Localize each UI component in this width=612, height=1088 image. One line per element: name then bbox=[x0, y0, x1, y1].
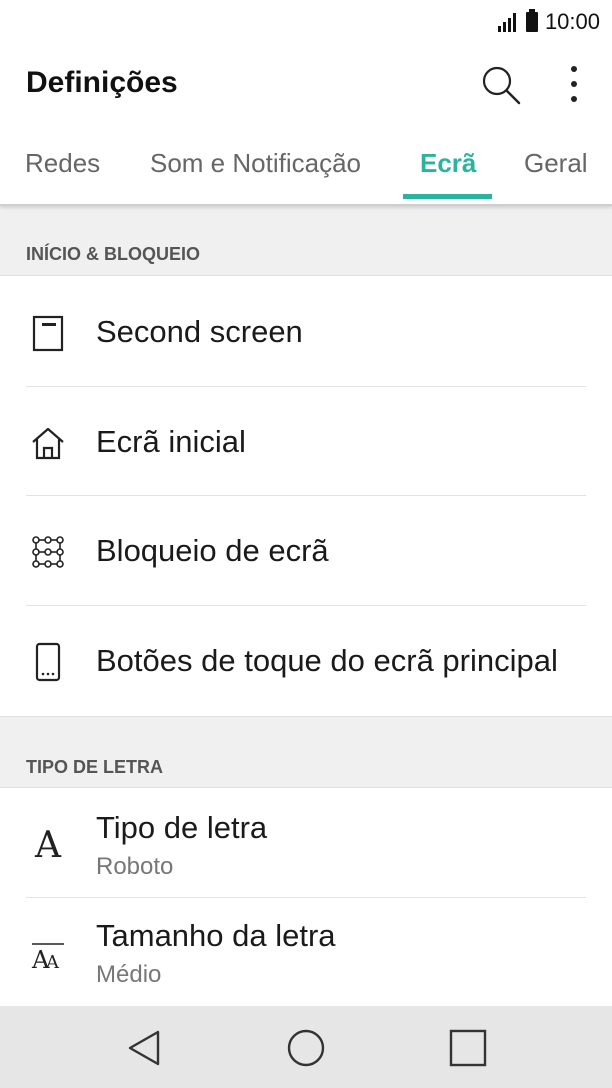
setting-item-value: Roboto bbox=[96, 853, 174, 880]
more-options-button[interactable] bbox=[556, 62, 592, 108]
tab-geral[interactable]: Geral bbox=[524, 148, 588, 179]
status-time: 10:00 bbox=[544, 9, 600, 34]
svg-text:A: A bbox=[45, 952, 60, 973]
setting-item-label: Second screen bbox=[96, 314, 303, 349]
setting-item-label: Bloqueio de ecrã bbox=[96, 533, 329, 568]
home-icon bbox=[26, 421, 70, 465]
setting-item-second-screen[interactable]: Second screen bbox=[0, 277, 612, 387]
active-tab-indicator bbox=[403, 194, 492, 199]
search-button[interactable] bbox=[478, 62, 524, 108]
tab-ecra[interactable]: Ecrã bbox=[420, 148, 476, 179]
setting-item-label: Ecrã inicial bbox=[96, 424, 246, 459]
status-indicators: 10:00 bbox=[497, 9, 600, 34]
setting-item-tipo-letra[interactable]: A Tipo de letra Roboto bbox=[0, 788, 612, 898]
signal-icon bbox=[497, 12, 516, 32]
tab-bar: Redes Som e Notificação Ecrã Geral bbox=[0, 124, 612, 206]
page-title: Definições bbox=[26, 66, 178, 99]
back-button[interactable] bbox=[122, 1026, 166, 1070]
recents-button[interactable] bbox=[446, 1026, 490, 1070]
navigation-bar bbox=[0, 1006, 612, 1088]
font-size-icon: A A bbox=[26, 934, 70, 978]
section-header-inicio-bloqueio: INÍCIO & BLOQUEIO bbox=[0, 206, 612, 276]
section-header-label: TIPO DE LETRA bbox=[26, 757, 164, 777]
search-icon bbox=[482, 66, 521, 105]
setting-item-label: Tamanho da letra bbox=[96, 918, 336, 953]
setting-item-bloqueio-ecra[interactable]: Bloqueio de ecrã bbox=[0, 496, 612, 606]
battery-icon bbox=[525, 9, 538, 32]
home-circle-icon bbox=[287, 1029, 325, 1067]
second-screen-icon bbox=[26, 311, 70, 355]
more-vertical-icon bbox=[571, 66, 577, 102]
home-touch-buttons-icon bbox=[26, 640, 70, 684]
home-button[interactable] bbox=[284, 1026, 328, 1070]
tab-som-notificacao[interactable]: Som e Notificação bbox=[150, 148, 361, 179]
setting-item-value: Médio bbox=[96, 961, 162, 988]
recents-square-icon bbox=[449, 1029, 487, 1067]
lock-pattern-icon bbox=[26, 530, 70, 574]
app-bar: Definições bbox=[0, 44, 612, 124]
setting-item-tamanho-letra[interactable]: A A Tamanho da letra Médio bbox=[0, 898, 612, 1006]
setting-item-label: Tipo de letra bbox=[96, 810, 268, 845]
setting-item-ecra-inicial[interactable]: Ecrã inicial bbox=[0, 387, 612, 496]
setting-item-label: Botões de toque do ecrã principal bbox=[96, 643, 558, 678]
setting-item-botoes-toque[interactable]: Botões de toque do ecrã principal bbox=[0, 606, 612, 716]
font-type-icon: A bbox=[35, 825, 61, 866]
tab-redes[interactable]: Redes bbox=[25, 148, 100, 179]
section-header-tipo-letra: TIPO DE LETRA bbox=[0, 716, 612, 788]
section-header-label: INÍCIO & BLOQUEIO bbox=[26, 244, 201, 264]
status-bar: 10:00 bbox=[0, 0, 612, 44]
back-triangle-icon bbox=[128, 1030, 160, 1066]
